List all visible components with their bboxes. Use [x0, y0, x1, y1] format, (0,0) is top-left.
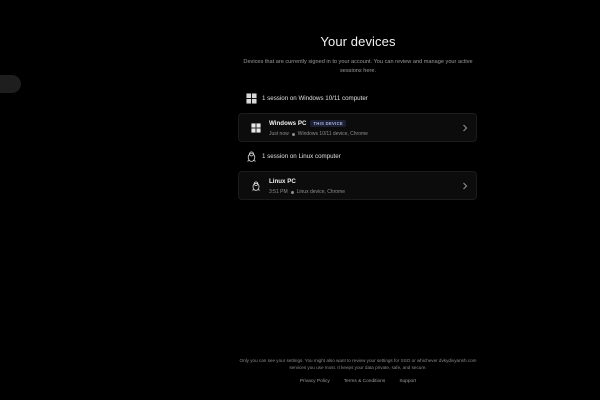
linux-icon — [247, 151, 256, 162]
device-card-windows[interactable]: Windows PC THIS DEVICE Just now Windows … — [238, 113, 477, 142]
device-meta: Just now Windows 10/11 device, Chrome — [269, 131, 368, 137]
device-name: Linux PC — [269, 178, 296, 185]
windows-icon — [251, 123, 261, 133]
device-meta: 3:51 PM Linux device, Chrome — [269, 189, 345, 195]
chevron-right-icon — [463, 182, 468, 190]
device-last-active: 3:51 PM — [269, 189, 288, 195]
device-name-row: Windows PC THIS DEVICE — [269, 120, 347, 127]
device-details: Linux device, Chrome — [296, 189, 345, 195]
device-name: Windows PC — [269, 120, 307, 127]
group-heading-windows: 1 session on Windows 10/11 computer — [246, 93, 368, 104]
side-tab-handle[interactable] — [0, 75, 21, 93]
group-heading-label: 1 session on Linux computer — [262, 153, 341, 160]
device-name-row: Linux PC — [269, 178, 296, 185]
page-subtitle: Devices that are currently signed in to … — [243, 59, 473, 74]
page-title: Your devices — [320, 34, 396, 49]
device-details: Windows 10/11 device, Chrome — [297, 131, 368, 137]
separator-dot-icon — [291, 132, 295, 136]
windows-icon — [246, 93, 257, 104]
device-last-active: Just now — [269, 131, 289, 137]
footer-links: Privacy Policy Terms & Conditions Suppor… — [238, 379, 478, 384]
device-card-linux[interactable]: Linux PC 3:51 PM Linux device, Chrome — [238, 171, 477, 200]
footer-note: Only you can see your settings. You migh… — [239, 358, 477, 370]
this-device-badge: THIS DEVICE — [310, 120, 347, 127]
page-header: Your devices Devices that are currently … — [238, 34, 478, 76]
terms-conditions-link[interactable]: Terms & Conditions — [344, 379, 386, 384]
privacy-policy-link[interactable]: Privacy Policy — [300, 379, 330, 384]
support-link[interactable]: Support — [399, 379, 416, 384]
separator-dot-icon — [290, 190, 294, 194]
group-heading-linux: 1 session on Linux computer — [246, 151, 341, 162]
linux-icon — [252, 181, 260, 191]
group-heading-label: 1 session on Windows 10/11 computer — [262, 95, 368, 102]
devices-page: Your devices Devices that are currently … — [0, 0, 600, 400]
chevron-right-icon — [463, 124, 468, 132]
